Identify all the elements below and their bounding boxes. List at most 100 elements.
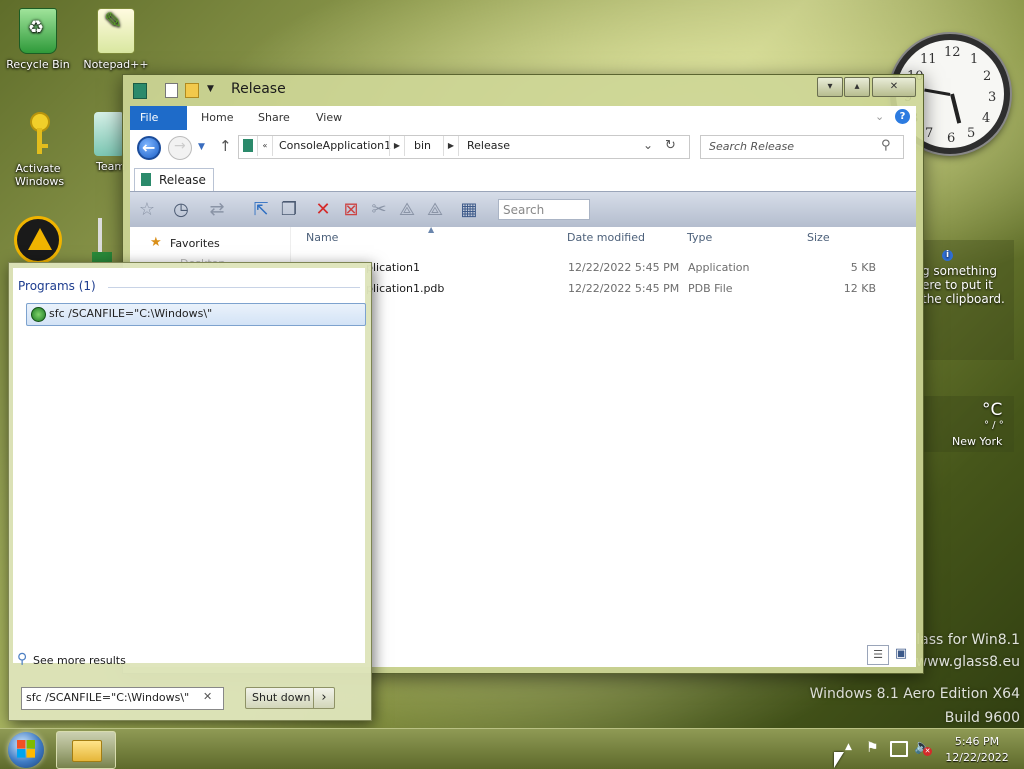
favorite-star-icon[interactable]: ☆ — [136, 200, 158, 220]
desktop-icon-notepadpp[interactable]: ✎ Notepad++ — [78, 8, 154, 71]
search-placeholder: Search Release — [709, 140, 795, 153]
maximize-button[interactable]: ▴ — [844, 77, 870, 97]
search-icon: ⚲ — [881, 138, 891, 153]
desktop-icon-label: Activate Windows — [15, 162, 65, 188]
column-header-name[interactable]: Name — [306, 231, 338, 244]
rename-icon[interactable]: ⟁ — [396, 200, 418, 220]
action-center-flag-icon[interactable]: ⚑ — [866, 740, 879, 756]
library-icon — [243, 139, 253, 152]
weather-gadget[interactable]: °C ° / ° New York — [922, 396, 1014, 452]
help-icon[interactable]: ? — [895, 109, 910, 124]
shutdown-button[interactable]: Shut down › — [245, 687, 335, 709]
column-header-size[interactable]: Size — [807, 231, 830, 244]
move-icon[interactable]: ⇱ — [250, 200, 272, 220]
taskbar: ▲ ⚑ 🔈 ✕ 5:46 PM 12/22/2022 — [0, 728, 1024, 769]
clock-number: 5 — [967, 126, 976, 141]
desktop-icon-recycle-bin[interactable]: ♻ Recycle Bin — [0, 8, 76, 71]
file-date: 12/22/2022 5:45 PM — [568, 261, 680, 274]
clipboard-text-line: ere to put it — [922, 278, 993, 292]
clock-number: 3 — [988, 90, 997, 105]
breadcrumb-chevron-icon[interactable]: ▶ — [389, 136, 405, 156]
clock-date: 12/22/2022 — [945, 751, 1009, 764]
file-name: plication1 — [366, 261, 420, 274]
clock-time: 5:46 PM — [954, 735, 1000, 748]
clock-minute-hand — [924, 88, 951, 96]
forward-arrow-icon: → — [174, 138, 186, 154]
title-bar[interactable]: ▼ Release ▾ ▴ ✕ — [123, 75, 923, 103]
clock-number: 6 — [947, 131, 956, 146]
view-options-icon[interactable]: ▦ — [458, 200, 480, 220]
file-size: 12 KB — [843, 282, 876, 295]
desktop-app-icon[interactable] — [92, 218, 122, 262]
recycle-bin-icon: ♻ — [19, 8, 57, 54]
clipboard-text-line: the clipboard. — [922, 292, 1005, 306]
details-view-icon[interactable]: ☰ — [867, 645, 889, 665]
breadcrumb-item[interactable]: bin — [414, 139, 431, 152]
clock-number: 7 — [925, 126, 934, 141]
breadcrumb-chevron-icon[interactable]: ▶ — [443, 136, 459, 156]
library-icon — [141, 173, 151, 186]
clear-search-icon[interactable]: ✕ — [203, 690, 212, 703]
taskbar-clock[interactable]: 5:46 PM 12/22/2022 — [938, 734, 1016, 766]
ribbon-expand-icon[interactable]: ⌄ — [875, 110, 884, 123]
vlc-like-app-icon[interactable] — [14, 216, 62, 264]
close-button[interactable]: ✕ — [872, 77, 916, 97]
show-hidden-icons-icon[interactable]: ▲ — [845, 742, 852, 752]
file-date: 12/22/2022 5:45 PM — [568, 282, 680, 295]
delete-icon[interactable]: ✕ — [312, 200, 334, 220]
taskbar-explorer-button[interactable] — [56, 731, 116, 769]
tab-share[interactable]: Share — [248, 106, 300, 130]
tab-view[interactable]: View — [306, 106, 352, 130]
weather-range: ° / ° — [984, 420, 1004, 431]
desktop-icon-activate-windows[interactable]: Activate Windows — [0, 112, 76, 188]
share-icon[interactable]: ⇄ — [206, 200, 228, 220]
network-icon[interactable] — [890, 741, 908, 757]
address-bar[interactable]: « ConsoleApplication1 ▶ bin ▶ Release ⌄ … — [238, 135, 690, 159]
address-dropdown-icon[interactable]: ⌄ — [643, 138, 653, 152]
clipboard-gadget[interactable]: i g something ere to put it the clipboar… — [922, 240, 1014, 360]
minimize-button[interactable]: ▾ — [817, 77, 843, 97]
program-result-item[interactable]: sfc /SCANFILE="C:\Windows\" — [26, 303, 366, 326]
tab-file[interactable]: File — [130, 106, 187, 130]
history-icon[interactable]: ◷ — [170, 200, 192, 220]
refresh-icon[interactable]: ↻ — [665, 138, 676, 153]
qat-dropdown-icon[interactable]: ▼ — [207, 84, 214, 94]
start-search-input[interactable]: sfc /SCANFILE="C:\Windows\" ✕ — [21, 687, 224, 710]
mute-x-icon: ✕ — [923, 747, 932, 756]
forward-button[interactable]: → — [168, 136, 192, 160]
start-button[interactable] — [8, 732, 44, 768]
program-result-label: sfc /SCANFILE="C:\Windows\" — [49, 307, 213, 320]
breadcrumb-overflow[interactable]: « — [257, 136, 273, 156]
start-search-value: sfc /SCANFILE="C:\Windows\" — [26, 691, 190, 704]
delete-permanently-icon[interactable]: ⊠ — [340, 200, 362, 220]
clock-number: 2 — [983, 69, 992, 84]
sfc-program-icon — [31, 307, 46, 322]
sort-arrow-icon: ▲ — [428, 225, 435, 234]
properties-icon[interactable] — [165, 83, 178, 98]
mouse-cursor-icon — [834, 752, 844, 768]
programs-header[interactable]: Programs (1) — [18, 279, 96, 293]
up-arrow-icon[interactable]: ↑ — [219, 137, 232, 155]
tab-home[interactable]: Home — [191, 106, 243, 130]
thumbnail-view-icon[interactable]: ▣ — [891, 645, 911, 663]
back-button[interactable]: ← — [137, 136, 161, 160]
see-more-results-link[interactable]: See more results — [33, 654, 126, 667]
start-menu[interactable]: Programs (1) sfc /SCANFILE="C:\Windows\"… — [8, 262, 372, 721]
library-tab[interactable]: Release — [134, 168, 214, 191]
cut-icon[interactable]: ✂ — [368, 200, 390, 220]
recent-locations-icon[interactable]: ▼ — [198, 142, 205, 152]
see-more-search-icon: ⚲ — [17, 651, 28, 667]
toolbar-search-input[interactable]: Search — [498, 199, 590, 220]
shutdown-options-arrow-icon[interactable]: › — [313, 688, 334, 708]
column-header-date[interactable]: Date modified — [567, 231, 645, 244]
undo-icon[interactable]: ⟁ — [424, 200, 446, 220]
search-input[interactable]: Search Release ⚲ — [700, 135, 904, 159]
new-folder-icon[interactable] — [185, 83, 199, 98]
breadcrumb-item[interactable]: Release — [467, 139, 510, 152]
nav-item-favorites[interactable]: Favorites — [170, 237, 220, 250]
notepadpp-icon: ✎ — [97, 8, 135, 54]
copy-icon[interactable]: ❐ — [278, 200, 300, 220]
column-header-type[interactable]: Type — [687, 231, 712, 244]
windows-logo-icon — [17, 740, 35, 758]
breadcrumb-item[interactable]: ConsoleApplication1 — [279, 139, 391, 152]
